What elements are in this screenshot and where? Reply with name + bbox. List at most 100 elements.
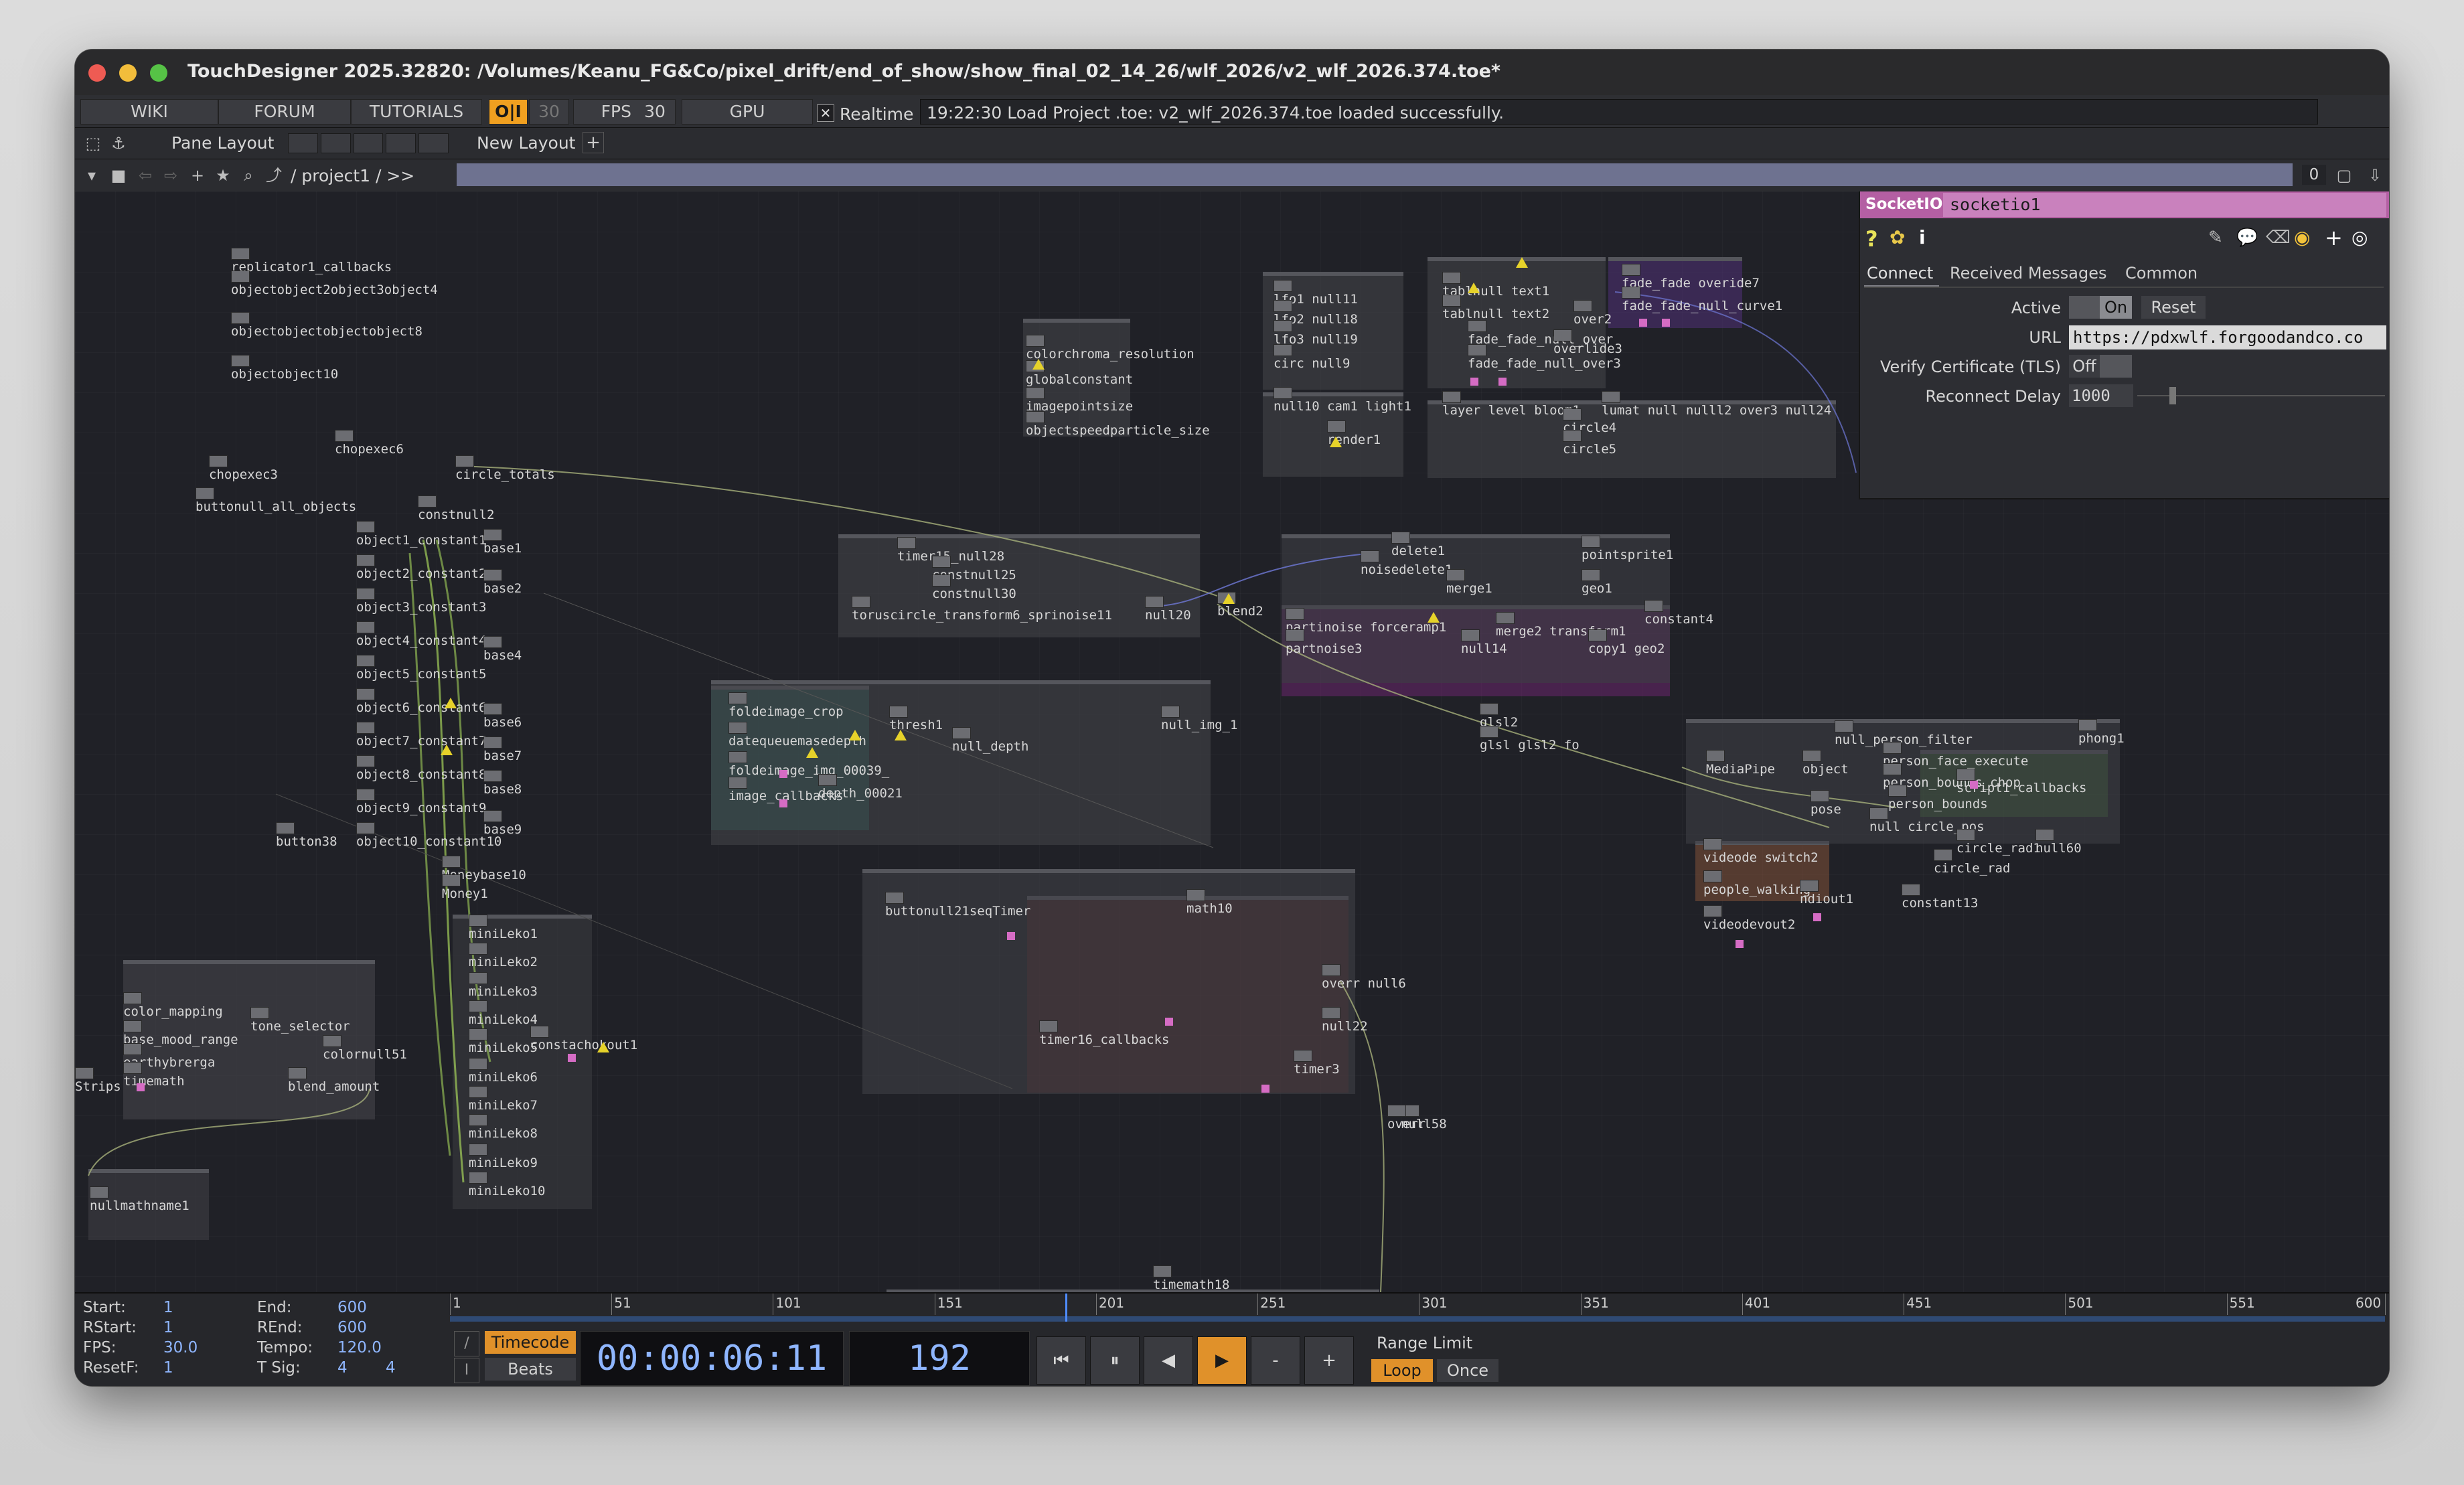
operator-node[interactable] [469, 972, 487, 984]
operator-node[interactable] [469, 1058, 487, 1070]
warning-icon[interactable] [1468, 283, 1480, 293]
operator-node[interactable] [1956, 829, 1975, 841]
operator-node[interactable] [1442, 295, 1461, 307]
operator-node[interactable] [469, 915, 487, 927]
warning-icon[interactable] [445, 698, 457, 708]
url-field[interactable]: https://pdxwlf.forgoodandco.co [2069, 325, 2386, 349]
pane-expand-icon[interactable]: ⬚ [83, 133, 103, 153]
operator-node[interactable] [469, 1028, 487, 1040]
operator-node[interactable] [1322, 1007, 1340, 1019]
operator-node[interactable] [196, 487, 214, 499]
loop-button[interactable]: Loop [1371, 1359, 1433, 1382]
operator-node[interactable] [932, 574, 951, 587]
active-toggle-off[interactable] [2069, 296, 2100, 319]
operator-node[interactable] [1442, 391, 1461, 403]
wiki-button[interactable]: WIKI [80, 99, 218, 125]
close-window-button[interactable] [88, 64, 106, 82]
tab-common[interactable]: Common [2125, 264, 2198, 283]
operator-node[interactable] [1582, 536, 1600, 548]
operator-node[interactable] [1274, 300, 1292, 312]
operator-node[interactable] [323, 1035, 341, 1047]
warning-icon[interactable] [1516, 257, 1528, 268]
operator-node[interactable] [1622, 287, 1640, 299]
warning-icon[interactable] [441, 745, 453, 755]
forward-icon[interactable]: ⇨ [161, 165, 181, 185]
flag-marker[interactable] [779, 799, 787, 807]
flag-marker[interactable] [1261, 1085, 1269, 1093]
operator-node[interactable] [231, 355, 250, 367]
operator-node[interactable] [483, 770, 502, 782]
tsig-value-a[interactable]: 4 [337, 1359, 348, 1377]
verify-cert-off[interactable]: Off [2069, 355, 2100, 378]
target-icon[interactable]: ◎ [2352, 226, 2368, 248]
layout-preset-4[interactable] [386, 133, 416, 153]
warning-icon[interactable] [1032, 359, 1045, 370]
flag-marker[interactable] [568, 1054, 576, 1062]
operator-node[interactable] [1026, 335, 1045, 347]
operator-node[interactable] [1387, 1105, 1406, 1117]
operator-node[interactable] [1468, 344, 1486, 356]
operator-node[interactable] [1286, 629, 1304, 641]
operator-node[interactable] [1446, 569, 1465, 581]
operator-node[interactable] [1602, 391, 1620, 403]
operator-node[interactable] [1588, 629, 1607, 641]
operator-node[interactable] [469, 1086, 487, 1098]
operator-node[interactable] [123, 1020, 142, 1032]
reconnect-delay-handle[interactable] [2169, 387, 2176, 404]
operator-node[interactable] [1883, 763, 1902, 775]
operator-node[interactable] [1361, 550, 1379, 562]
warning-icon[interactable] [895, 730, 907, 740]
operator-node[interactable] [231, 312, 250, 324]
step-back-button[interactable]: - [1251, 1336, 1300, 1385]
operator-node[interactable] [1480, 703, 1498, 715]
operator-node[interactable] [1956, 769, 1975, 781]
beats-mode-icon[interactable]: I [454, 1358, 479, 1383]
operator-node[interactable] [356, 789, 375, 801]
operator-node[interactable] [1582, 569, 1600, 581]
forum-button[interactable]: FORUM [218, 99, 351, 125]
zoom-window-button[interactable] [150, 64, 167, 82]
oi-indicator[interactable]: O|I [489, 99, 528, 125]
operator-node[interactable] [231, 270, 250, 283]
operator-node[interactable] [1902, 884, 1920, 896]
operator-node[interactable] [1039, 1020, 1058, 1032]
flag-marker[interactable] [779, 770, 787, 778]
operator-node[interactable] [483, 569, 502, 581]
play-forward-button[interactable]: ▶ [1197, 1336, 1247, 1385]
operator-node[interactable] [483, 736, 502, 749]
tab-received-messages[interactable]: Received Messages [1950, 264, 2107, 283]
operator-node[interactable] [469, 1114, 487, 1126]
help-icon[interactable]: ? [1865, 226, 1878, 252]
rewind-button[interactable]: ⏮ [1036, 1336, 1086, 1385]
operator-node[interactable] [123, 992, 142, 1004]
operator-node[interactable] [1327, 420, 1346, 433]
operator-node[interactable] [469, 1000, 487, 1012]
operator-node[interactable] [231, 248, 250, 260]
operator-node[interactable] [1496, 612, 1515, 624]
operator-node[interactable] [1869, 807, 1888, 819]
operator-node[interactable] [952, 727, 971, 739]
flag-marker[interactable] [1007, 932, 1015, 940]
flag-marker[interactable] [1970, 781, 1978, 789]
search-icon[interactable]: ⌕ [238, 165, 258, 185]
add-layout-button[interactable]: + [583, 132, 604, 153]
flag-marker[interactable] [1813, 913, 1821, 921]
download-icon[interactable]: ⇩ [2365, 165, 2385, 185]
new-layout-button[interactable]: New Layout [477, 133, 575, 153]
add-param-icon[interactable]: + [2325, 225, 2343, 250]
operator-node[interactable] [818, 774, 837, 786]
operator-node[interactable] [1286, 608, 1304, 620]
rstart-value[interactable]: 1 [163, 1319, 173, 1336]
operator-node[interactable] [356, 755, 375, 767]
verify-cert-on[interactable] [2100, 355, 2132, 378]
eraser-icon[interactable]: ⌫ [2266, 228, 2291, 248]
operator-node[interactable] [1480, 726, 1498, 738]
operator-node[interactable] [1274, 344, 1292, 356]
maximize-icon[interactable]: ▢ [2334, 165, 2354, 185]
operator-node[interactable] [1888, 785, 1907, 797]
stop-icon[interactable]: ■ [108, 165, 129, 185]
layout-preset-5[interactable] [418, 133, 449, 153]
operator-node[interactable] [1461, 629, 1480, 641]
tsig-value-b[interactable]: 4 [386, 1359, 396, 1377]
operator-node[interactable] [1161, 706, 1180, 718]
